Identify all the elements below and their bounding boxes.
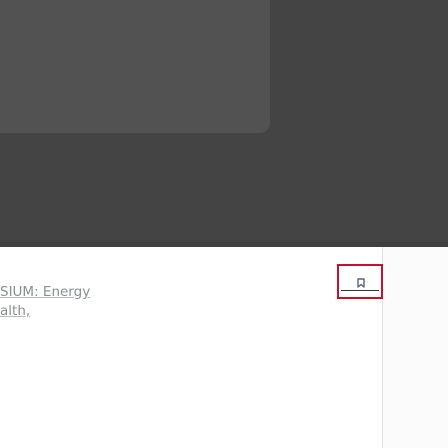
right-sidebar	[383, 247, 448, 448]
media-area-footer-strip	[0, 242, 448, 247]
button-underline	[341, 290, 379, 291]
page: SIUM: Energy alth,	[0, 0, 448, 448]
video-panel[interactable]	[0, 0, 270, 133]
media-area	[0, 0, 448, 247]
bookmark-icon	[356, 273, 366, 288]
article-link-line-2[interactable]: alth,	[0, 303, 30, 319]
article-link-line-1[interactable]: SIUM: Energy	[0, 284, 90, 300]
bookmark-button[interactable]	[337, 264, 383, 299]
